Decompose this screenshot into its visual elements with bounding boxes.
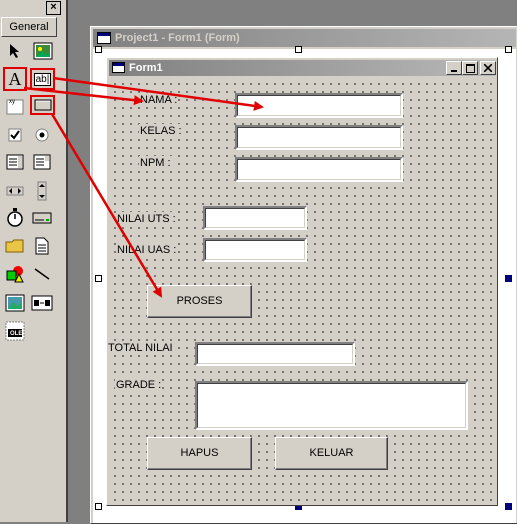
resize-handle[interactable] (505, 503, 512, 510)
resize-handle[interactable] (95, 275, 102, 282)
label-npm: NPM : (139, 156, 172, 170)
pointer-icon[interactable] (4, 40, 26, 62)
textbox-grade[interactable] (195, 381, 468, 430)
textbox-nama[interactable] (235, 93, 403, 118)
optionbutton-tool-icon[interactable] (31, 124, 53, 146)
timer-tool-icon[interactable] (4, 207, 26, 229)
label-kelas: KELAS : (139, 124, 183, 138)
image-tool-icon[interactable] (4, 292, 26, 314)
label-total-nilai: TOTAL NILAI (107, 341, 174, 355)
vscrollbar-tool-icon[interactable] (31, 180, 53, 202)
textbox-nilai-uas[interactable] (203, 238, 307, 262)
listbox-tool-icon[interactable] (31, 151, 53, 173)
resize-handle[interactable] (95, 46, 102, 53)
checkbox-tool-icon[interactable] (4, 124, 26, 146)
label-grade: GRADE : (115, 378, 163, 392)
project-window-title: Project1 - Form1 (Form) (115, 32, 240, 44)
close-button[interactable] (480, 61, 496, 75)
resize-handle[interactable] (505, 275, 512, 282)
form1-title: Form1 (129, 62, 163, 74)
textbox-total-nilai[interactable] (195, 342, 355, 366)
commandbutton-tool-icon[interactable] (30, 95, 55, 115)
toolbox-close-button[interactable]: × (46, 1, 61, 15)
form-icon (112, 62, 125, 78)
keluar-button[interactable]: KELUAR (275, 437, 388, 470)
label-tool-icon[interactable]: A (3, 67, 27, 91)
hapus-button[interactable]: HAPUS (147, 437, 252, 470)
label-nilai-uts: NILAI UTS : (116, 212, 177, 226)
toolbox-general-tab[interactable]: General (1, 17, 57, 37)
form1-window: Form1 NAMA : KELAS : NPM : NILAI UTS : N… (106, 57, 498, 506)
line-tool-icon[interactable] (31, 263, 53, 285)
project-window-titlebar[interactable]: Project1 - Form1 (Form) (93, 29, 516, 47)
combobox-tool-icon[interactable] (4, 151, 26, 173)
textbox-npm[interactable] (235, 157, 403, 182)
resize-handle[interactable] (295, 46, 302, 53)
toolbox-panel: × General A ab| xy OLE (0, 0, 67, 522)
ole-tool-icon[interactable]: OLE (4, 320, 26, 342)
filelistbox-tool-icon[interactable] (31, 235, 53, 257)
drivelistbox-tool-icon[interactable] (31, 207, 53, 229)
data-tool-icon[interactable] (31, 292, 53, 314)
picturebox-icon[interactable] (32, 40, 54, 62)
proses-button[interactable]: PROSES (147, 285, 252, 318)
textbox-kelas[interactable] (235, 125, 403, 150)
svg-text:xy: xy (9, 99, 15, 105)
form1-titlebar[interactable]: Form1 (109, 60, 496, 78)
resize-handle[interactable] (505, 46, 512, 53)
form1-client-area: NAMA : KELAS : NPM : NILAI UTS : NILAI U… (107, 78, 495, 503)
dirlistbox-tool-icon[interactable] (4, 235, 26, 257)
label-nama: NAMA : (139, 93, 179, 107)
textbox-tool-icon[interactable]: ab| (30, 68, 55, 90)
hscrollbar-tool-icon[interactable] (4, 180, 26, 202)
label-nilai-uas: NILAI UAS : (116, 243, 178, 257)
maximize-button[interactable] (462, 61, 478, 75)
shape-tool-icon[interactable] (4, 263, 26, 285)
frame-tool-icon[interactable]: xy (4, 95, 26, 117)
resize-handle[interactable] (95, 503, 102, 510)
mdi-border (66, 0, 68, 522)
minimize-button[interactable] (446, 61, 462, 75)
textbox-nilai-uts[interactable] (203, 206, 307, 230)
